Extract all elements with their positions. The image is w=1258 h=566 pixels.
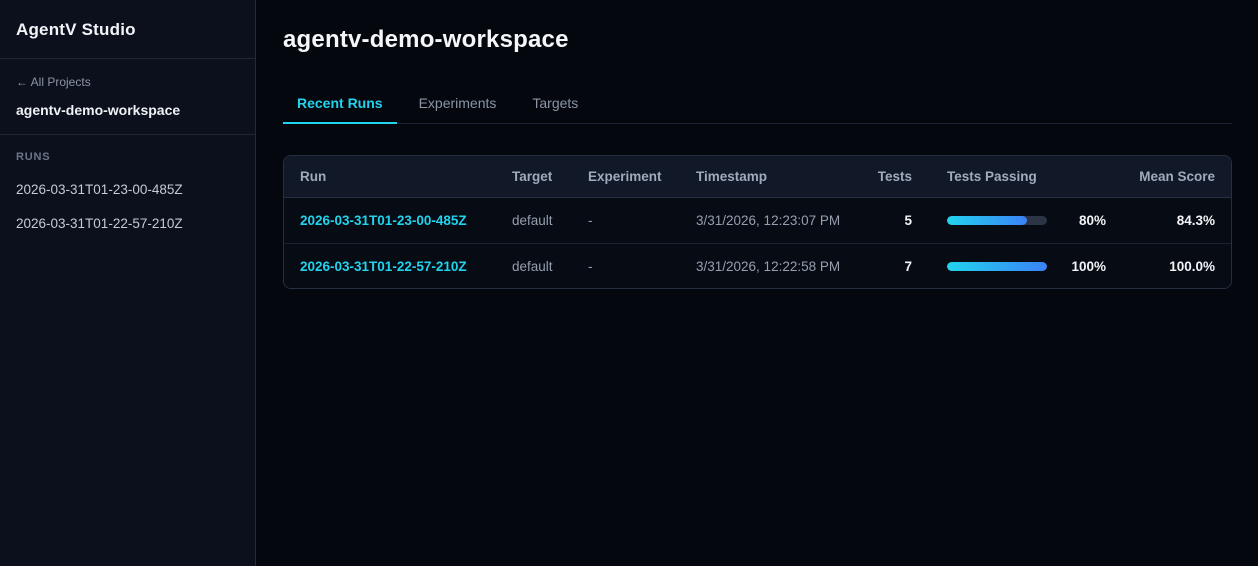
sidebar: AgentV Studio ← All Projects agentv-demo… bbox=[0, 0, 256, 566]
run-link[interactable]: 2026-03-31T01-23-00-485Z bbox=[300, 213, 467, 228]
table-row: 2026-03-31T01-22-57-210Z default - 3/31/… bbox=[284, 243, 1231, 288]
sidebar-project-section: ← All Projects agentv-demo-workspace bbox=[0, 59, 255, 135]
page-title: agentv-demo-workspace bbox=[283, 26, 569, 53]
column-header-target: Target bbox=[512, 169, 553, 184]
column-header-tests: Tests bbox=[877, 169, 912, 184]
runs-section-heading: RUNS bbox=[16, 151, 51, 163]
tests-count-cell: 5 bbox=[904, 213, 912, 228]
column-header-mean-score: Mean Score bbox=[1139, 169, 1215, 184]
run-link[interactable]: 2026-03-31T01-22-57-210Z bbox=[300, 259, 467, 274]
sidebar-runs-section: RUNS 2026-03-31T01-23-00-485Z 2026-03-31… bbox=[0, 135, 255, 247]
tests-passing-progress-bar bbox=[947, 261, 1047, 271]
experiment-cell: - bbox=[588, 213, 593, 228]
tests-count-cell: 7 bbox=[904, 258, 912, 274]
sidebar-run-item[interactable]: 2026-03-31T01-22-57-210Z bbox=[16, 216, 239, 231]
tab-recent-runs[interactable]: Recent Runs bbox=[283, 87, 397, 124]
tab-targets[interactable]: Targets bbox=[518, 87, 592, 124]
timestamp-cell: 3/31/2026, 12:23:07 PM bbox=[696, 213, 841, 228]
experiment-cell: - bbox=[588, 258, 593, 274]
recent-runs-table: Run Target Experiment Timestamp Tests Te… bbox=[283, 155, 1232, 289]
app-title: AgentV Studio bbox=[0, 0, 255, 59]
progress-fill bbox=[947, 261, 1047, 271]
mean-score-cell: 84.3% bbox=[1176, 213, 1215, 228]
sidebar-project-name: agentv-demo-workspace bbox=[16, 102, 181, 118]
tests-passing-progress-bar bbox=[947, 216, 1047, 225]
column-header-timestamp: Timestamp bbox=[696, 169, 768, 184]
target-cell: default bbox=[512, 213, 553, 228]
tab-experiments[interactable]: Experiments bbox=[405, 87, 511, 124]
tests-passing-percent: 100% bbox=[1071, 258, 1106, 274]
column-header-experiment: Experiment bbox=[588, 169, 662, 184]
target-cell: default bbox=[512, 258, 553, 274]
main-content: agentv-demo-workspace Recent Runs Experi… bbox=[256, 0, 1258, 566]
table-header-row: Run Target Experiment Timestamp Tests Te… bbox=[284, 156, 1231, 198]
tab-bar: Recent Runs Experiments Targets bbox=[283, 87, 1232, 124]
column-header-run: Run bbox=[300, 169, 327, 184]
timestamp-cell: 3/31/2026, 12:22:58 PM bbox=[696, 258, 841, 274]
tests-passing-cell: 100% bbox=[912, 259, 1106, 274]
mean-score-cell: 100.0% bbox=[1169, 258, 1215, 274]
tests-passing-percent: 80% bbox=[1078, 213, 1106, 228]
tests-passing-cell: 80% bbox=[912, 213, 1106, 228]
progress-fill bbox=[947, 216, 1027, 225]
table-row: 2026-03-31T01-23-00-485Z default - 3/31/… bbox=[284, 198, 1231, 243]
column-header-tests-passing: Tests Passing bbox=[947, 169, 1037, 184]
all-projects-back-link[interactable]: ← All Projects bbox=[16, 75, 91, 89]
sidebar-run-item[interactable]: 2026-03-31T01-23-00-485Z bbox=[16, 182, 239, 197]
